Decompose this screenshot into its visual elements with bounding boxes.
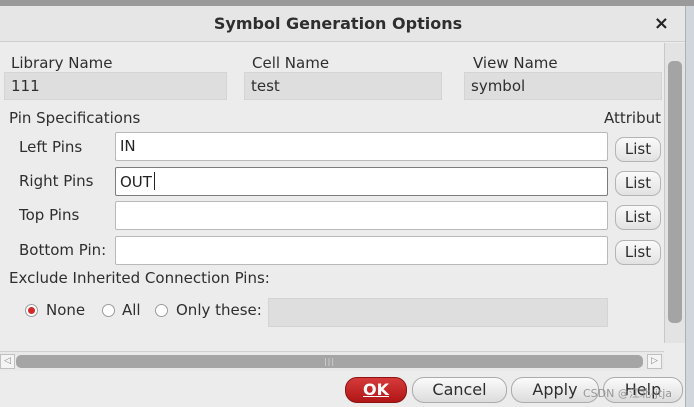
view-name-label: View Name: [473, 54, 558, 72]
radio-none[interactable]: [25, 304, 38, 317]
only-these-field[interactable]: [268, 298, 608, 327]
exclude-inherited-label: Exclude Inherited Connection Pins:: [9, 269, 270, 287]
right-pins-label: Right Pins: [19, 172, 94, 190]
right-pins-list-button[interactable]: List: [615, 171, 661, 196]
cell-name-field: test: [244, 72, 442, 100]
library-name-field: 111: [4, 72, 227, 100]
window-right-edge: [685, 6, 694, 407]
ok-button[interactable]: OK: [345, 377, 407, 403]
attribute-label: Attribut: [604, 109, 662, 127]
view-name-field: symbol: [464, 72, 662, 100]
pin-specifications-label: Pin Specifications: [9, 109, 141, 127]
ok-button-label: OK: [363, 380, 389, 399]
right-pins-value: OUT: [120, 173, 152, 191]
scroll-left-arrow-icon[interactable]: ◁: [0, 354, 15, 369]
left-pins-label: Left Pins: [19, 138, 83, 156]
left-pins-list-button[interactable]: List: [615, 137, 661, 162]
watermark: CSDN @江北-jtja: [583, 387, 672, 400]
radio-none-label: None: [46, 301, 86, 319]
horizontal-scrollbar[interactable]: ◁ ||| ▷: [0, 351, 664, 371]
cancel-button[interactable]: Cancel: [412, 377, 507, 403]
top-pins-label: Top Pins: [19, 206, 80, 224]
vertical-scrollbar[interactable]: [664, 43, 685, 343]
radio-only-these[interactable]: [155, 304, 168, 317]
radio-all[interactable]: [102, 304, 115, 317]
scroll-right-arrow-icon[interactable]: ▷: [647, 354, 662, 369]
bottom-pins-label: Bottom Pin:: [19, 241, 107, 259]
dialog-content: Library Name 111 Cell Name test View Nam…: [0, 43, 664, 343]
text-caret: [153, 172, 155, 190]
horizontal-scroll-thumb[interactable]: |||: [16, 355, 643, 368]
window-title: Symbol Generation Options: [213, 14, 463, 33]
top-pins-list-button[interactable]: List: [615, 205, 661, 230]
cell-name-label: Cell Name: [252, 54, 330, 72]
radio-all-label: All: [122, 301, 141, 319]
bottom-pins-list-button[interactable]: List: [615, 240, 661, 265]
close-icon[interactable]: ×: [654, 13, 669, 34]
radio-only-these-label: Only these:: [176, 301, 262, 319]
library-name-label: Library Name: [11, 54, 113, 72]
vertical-scroll-thumb[interactable]: [668, 61, 682, 323]
left-pins-input[interactable]: IN: [115, 132, 608, 161]
bottom-pins-input[interactable]: [115, 236, 608, 265]
title-bar: Symbol Generation Options ×: [0, 6, 685, 42]
top-pins-input[interactable]: [115, 201, 608, 230]
right-pins-input[interactable]: OUT: [115, 167, 608, 196]
